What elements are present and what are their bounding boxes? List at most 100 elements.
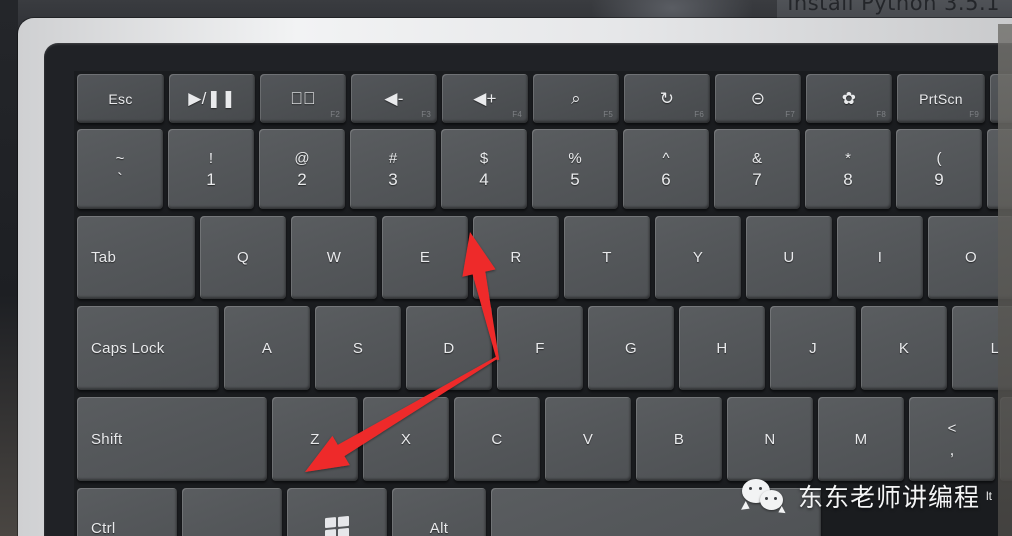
key-i[interactable]: I [837,216,923,299]
key-legend-upper: @ [294,149,310,167]
key-a[interactable]: A [224,306,310,390]
key-dollar-4[interactable]: $4 [441,129,527,209]
background-window-title: Install Python 3.5.1 [787,0,1000,15]
key-tilde-backtick[interactable]: ~ ` [77,129,163,209]
key-legend: M [854,430,868,448]
key-caret-6[interactable]: ^ 6 [623,129,709,209]
key-legend: Esc [108,90,133,107]
key-legend: V [582,430,594,448]
watermark: 东东老师讲编程 lt [741,478,992,516]
key-project[interactable]: ⊝ F7 [715,74,801,123]
key-shift-left[interactable]: Shift [77,397,267,481]
key-d[interactable]: D [406,306,492,390]
key-prtscn[interactable]: PrtScn F9 [897,74,985,123]
key-fn[interactable] [182,488,282,536]
key-legend-lower: 4 [479,169,489,189]
key-legend: Alt [429,519,449,536]
key-fn-label: F4 [512,110,522,119]
key-play-pause[interactable]: ▶/❚❚ [169,74,255,123]
key-legend: B [673,430,685,448]
watermark-suffix: lt [986,489,992,503]
zxcv-row: ShiftZXCVBNM<,>. [77,397,1012,481]
volume-down-icon: ◀- [384,89,404,108]
key-hash-3[interactable]: #3 [350,129,436,209]
key-ampersand-7[interactable]: & 7 [714,129,800,209]
key-caps-lock[interactable]: Caps Lock [77,306,219,390]
key-w[interactable]: W [291,216,377,299]
key-alt-left[interactable]: Alt [392,488,486,536]
key-at-2[interactable]: @2 [259,129,345,209]
key-legend: J [809,339,817,357]
key-legend: H [716,339,728,357]
key-share[interactable]: ↻ F6 [624,74,710,123]
key-paren-open-9[interactable]: (9 [896,129,982,209]
laptop-bezel-inner: Esc▶/❚❚◀⃝F2◀-F3◀+F4⌕F5↻F6⊝F7✿F8PrtScnF9H… [44,43,1012,536]
mute-icon: ◀⃝ [290,89,316,108]
key-legend: Y [692,249,704,266]
key-legend: N [764,430,776,448]
key-legend-upper: # [388,149,398,167]
key-z[interactable]: Z [272,397,358,481]
key-search[interactable]: ⌕ F5 [533,74,619,123]
key-legend: K [898,339,910,357]
key-legend: X [400,430,412,448]
key-legend: W [326,249,342,266]
key-settings[interactable]: ✿ F8 [806,74,892,123]
key-legend: G [625,339,637,357]
key-s[interactable]: S [315,306,401,390]
key-b[interactable]: B [636,397,722,481]
key-legend: I [877,249,883,266]
key-legend-lower: 7 [752,169,762,189]
key-t[interactable]: T [564,216,650,299]
key-exclaim-1[interactable]: ! 1 [168,129,254,209]
key-u[interactable]: U [746,216,832,299]
key-legend-lower: 3 [388,169,398,189]
laptop-keyboard: Esc▶/❚❚◀⃝F2◀-F3◀+F4⌕F5↻F6⊝F7✿F8PrtScnF9H… [74,71,1012,536]
key-fn-label: F3 [421,110,431,119]
key-legend: E [419,249,431,266]
windows-logo-icon [325,515,349,536]
key-less-than-comma[interactable]: <, [909,397,995,481]
key-windows[interactable] [287,488,387,536]
settings-icon: ✿ [841,89,857,108]
key-r[interactable]: R [473,216,559,299]
key-f[interactable]: F [497,306,583,390]
key-j[interactable]: J [770,306,856,390]
key-asterisk-8[interactable]: * 8 [805,129,891,209]
key-m[interactable]: M [818,397,904,481]
key-g[interactable]: G [588,306,674,390]
key-legend-lower: 5 [570,169,580,189]
key-esc[interactable]: Esc [77,74,164,123]
key-tab[interactable]: Tab [77,216,195,299]
key-legend-upper: < [947,419,957,437]
key-legend-lower: ` [117,169,123,189]
key-q[interactable]: Q [200,216,286,299]
key-legend-lower: 1 [206,169,216,189]
key-legend-upper: ~ [115,149,125,167]
key-y[interactable]: Y [655,216,741,299]
key-k[interactable]: K [861,306,947,390]
key-n[interactable]: N [727,397,813,481]
key-legend: C [491,430,503,448]
key-c[interactable]: C [454,397,540,481]
key-legend: R [510,249,522,266]
key-mute[interactable]: ◀⃝ F2 [260,74,346,123]
key-x[interactable]: X [363,397,449,481]
key-volume-up[interactable]: ◀+ F4 [442,74,528,123]
key-h[interactable]: H [679,306,765,390]
wechat-icon [741,479,786,516]
key-legend: Shift [91,430,123,448]
key-percent-5[interactable]: % 5 [532,129,618,209]
key-e[interactable]: E [382,216,468,299]
key-legend-lower: 8 [843,169,853,189]
key-legend-upper: $ [479,149,489,167]
number-row: ~`!1@2#3$4%5^6&7*8(9)0 [77,129,1012,209]
right-edge-strip [998,24,1012,536]
key-legend-lower: 2 [297,169,307,189]
key-legend: D [443,339,455,357]
key-legend: S [352,339,364,357]
key-v[interactable]: V [545,397,631,481]
key-volume-down[interactable]: ◀- F3 [351,74,437,123]
key-fn-label: F6 [694,110,704,119]
key-ctrl-left[interactable]: Ctrl [77,488,177,536]
